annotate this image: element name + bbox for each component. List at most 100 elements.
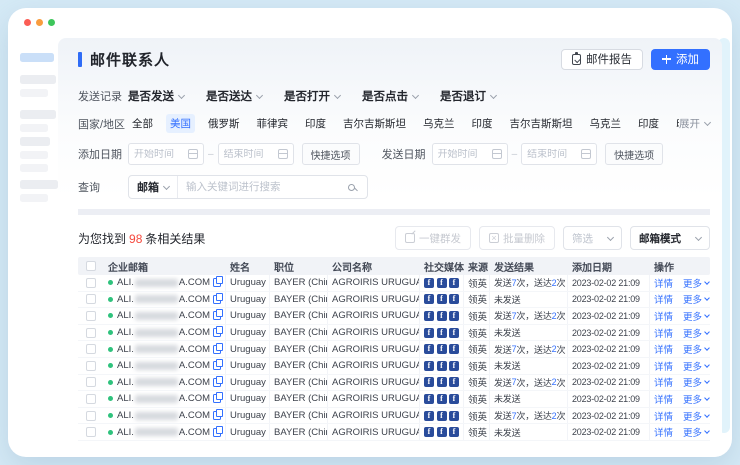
country-chip[interactable]: 印度 [301, 114, 330, 133]
facebook-icon[interactable] [449, 328, 459, 338]
facebook-icon[interactable] [437, 411, 447, 421]
more-link[interactable]: 更多 [683, 309, 709, 323]
facebook-icon[interactable] [424, 311, 434, 321]
row-checkbox[interactable] [86, 328, 96, 338]
facebook-icon[interactable] [424, 427, 434, 437]
quick-options-button[interactable]: 快捷选项 [605, 143, 663, 165]
filter-dropdown-1[interactable]: 是否发送 [128, 88, 184, 104]
detail-link[interactable]: 详情 [654, 392, 673, 406]
facebook-icon[interactable] [424, 328, 434, 338]
copy-icon[interactable] [213, 278, 221, 287]
search-icon[interactable] [348, 184, 355, 191]
country-chip[interactable]: 印度 [468, 114, 497, 133]
facebook-icon[interactable] [437, 328, 447, 338]
sidebar-item[interactable] [20, 180, 58, 189]
facebook-icon[interactable] [424, 394, 434, 404]
facebook-icon[interactable] [424, 344, 434, 354]
country-chip[interactable]: 全部 [128, 114, 157, 133]
row-checkbox[interactable] [86, 278, 96, 288]
row-checkbox[interactable] [86, 427, 96, 437]
detail-link[interactable]: 详情 [654, 326, 673, 340]
copy-icon[interactable] [213, 295, 221, 304]
facebook-icon[interactable] [424, 278, 434, 288]
more-link[interactable]: 更多 [683, 409, 709, 423]
sidebar-item[interactable] [20, 164, 48, 172]
facebook-icon[interactable] [437, 394, 447, 404]
detail-link[interactable]: 详情 [654, 359, 673, 373]
more-link[interactable]: 更多 [683, 359, 709, 373]
start-time-field[interactable] [134, 149, 188, 160]
maximize-window-icon[interactable] [48, 19, 55, 26]
filter-dropdown-4[interactable]: 是否点击 [362, 88, 418, 104]
country-chip[interactable]: 乌克兰 [419, 114, 459, 133]
mode-select[interactable]: 邮箱模式 [630, 226, 710, 250]
minimize-window-icon[interactable] [36, 19, 43, 26]
row-checkbox[interactable] [86, 411, 96, 421]
facebook-icon[interactable] [437, 278, 447, 288]
facebook-icon[interactable] [449, 278, 459, 288]
country-chip[interactable]: 印度 [634, 114, 663, 133]
sidebar-item[interactable] [20, 110, 56, 119]
facebook-icon[interactable] [449, 427, 459, 437]
copy-icon[interactable] [213, 311, 221, 320]
more-link[interactable]: 更多 [683, 375, 709, 389]
quick-options-button[interactable]: 快捷选项 [302, 143, 360, 165]
sidebar-item[interactable] [20, 124, 48, 132]
facebook-icon[interactable] [449, 311, 459, 321]
filter-dropdown-2[interactable]: 是否送达 [206, 88, 262, 104]
row-checkbox[interactable] [86, 377, 96, 387]
detail-link[interactable]: 详情 [654, 425, 673, 439]
country-chip[interactable]: 菲律宾 [253, 114, 293, 133]
facebook-icon[interactable] [437, 361, 447, 371]
facebook-icon[interactable] [437, 377, 447, 387]
more-link[interactable]: 更多 [683, 425, 709, 439]
detail-link[interactable]: 详情 [654, 276, 673, 290]
add-date-start-input[interactable] [128, 143, 204, 165]
send-date-start-input[interactable] [432, 143, 508, 165]
start-time-field[interactable] [438, 149, 492, 160]
country-chip[interactable]: 吉尔吉斯斯坦 [339, 114, 410, 133]
row-checkbox[interactable] [86, 361, 96, 371]
copy-icon[interactable] [213, 328, 221, 337]
facebook-icon[interactable] [424, 377, 434, 387]
detail-link[interactable]: 详情 [654, 292, 673, 306]
facebook-icon[interactable] [424, 411, 434, 421]
copy-icon[interactable] [213, 345, 221, 354]
more-link[interactable]: 更多 [683, 292, 709, 306]
filter-select[interactable]: 筛选 [563, 226, 622, 250]
end-time-field[interactable] [224, 149, 278, 160]
facebook-icon[interactable] [424, 294, 434, 304]
sidebar-item[interactable] [20, 137, 50, 146]
end-time-field[interactable] [527, 149, 581, 160]
facebook-icon[interactable] [449, 411, 459, 421]
bulk-delete-button[interactable]: 批量删除 [479, 226, 555, 250]
copy-icon[interactable] [213, 361, 221, 370]
copy-icon[interactable] [213, 411, 221, 420]
copy-icon[interactable] [213, 394, 221, 403]
detail-link[interactable]: 详情 [654, 309, 673, 323]
more-link[interactable]: 更多 [683, 342, 709, 356]
facebook-icon[interactable] [437, 294, 447, 304]
row-checkbox[interactable] [86, 294, 96, 304]
detail-link[interactable]: 详情 [654, 342, 673, 356]
sidebar-item[interactable] [20, 151, 48, 159]
more-link[interactable]: 更多 [683, 392, 709, 406]
query-type-select[interactable]: 邮箱 [129, 176, 178, 198]
facebook-icon[interactable] [449, 344, 459, 354]
expand-link[interactable]: 展开 [679, 116, 710, 131]
detail-link[interactable]: 详情 [654, 409, 673, 423]
facebook-icon[interactable] [449, 294, 459, 304]
close-window-icon[interactable] [24, 19, 31, 26]
search-input[interactable] [178, 181, 348, 193]
sidebar-item[interactable] [20, 89, 48, 97]
facebook-icon[interactable] [437, 311, 447, 321]
facebook-icon[interactable] [449, 361, 459, 371]
bulk-send-button[interactable]: 一键群发 [395, 226, 471, 250]
filter-dropdown-5[interactable]: 是否退订 [440, 88, 496, 104]
filter-dropdown-3[interactable]: 是否打开 [284, 88, 340, 104]
detail-link[interactable]: 详情 [654, 375, 673, 389]
sidebar-item-active[interactable] [20, 53, 54, 62]
country-chip[interactable]: 美国 [166, 114, 195, 133]
email-report-button[interactable]: 邮件报告 [561, 49, 643, 70]
facebook-icon[interactable] [449, 394, 459, 404]
